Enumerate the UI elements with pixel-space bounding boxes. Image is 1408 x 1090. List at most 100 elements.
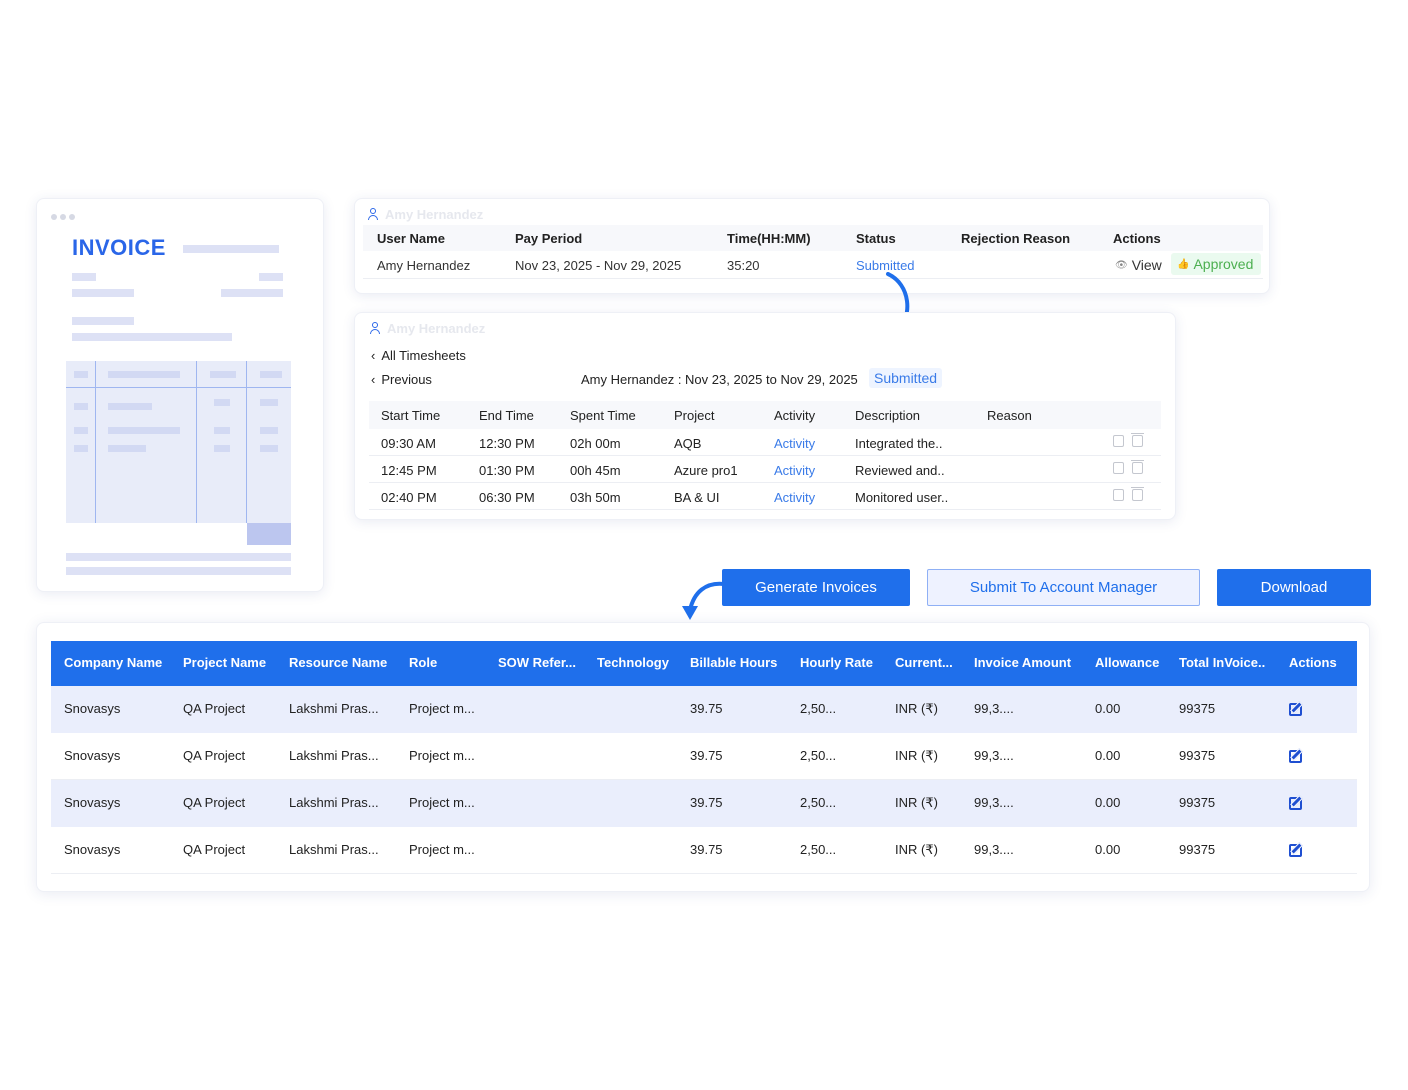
status-badge: Submitted xyxy=(869,368,943,388)
currency-cell: INR (₹) xyxy=(895,795,938,810)
start-time-cell: 09:30 AM xyxy=(381,436,436,451)
edit-icon[interactable] xyxy=(1113,435,1124,447)
eye-icon: 👁 xyxy=(1115,259,1128,271)
description-cell: Reviewed and.. xyxy=(855,463,945,478)
generate-invoices-button[interactable]: Generate Invoices xyxy=(722,569,910,606)
project-cell: QA Project xyxy=(183,701,246,716)
edit-icon[interactable] xyxy=(1113,462,1124,474)
column-header: Spent Time xyxy=(570,408,636,423)
column-header: Status xyxy=(856,231,896,246)
column-header: Activity xyxy=(774,408,816,423)
invoice-preview-card: INVOICE xyxy=(36,198,324,592)
column-header: Reason xyxy=(987,408,1032,423)
all-timesheets-link[interactable]: ‹ All Timesheets xyxy=(371,348,466,363)
resource-cell: Lakshmi Pras... xyxy=(289,748,379,763)
view-label: View xyxy=(1131,257,1162,273)
invoice-preview-table xyxy=(66,361,291,523)
activity-link[interactable]: Activity xyxy=(774,463,815,478)
placeholder-bar xyxy=(183,245,279,253)
allowance-cell: 0.00 xyxy=(1095,795,1121,810)
billable-hours-cell: 39.75 xyxy=(690,748,723,763)
edit-icon[interactable] xyxy=(1289,703,1302,716)
row-actions xyxy=(1113,487,1144,501)
table-row: Snovasys QA Project Lakshmi Pras... Proj… xyxy=(51,827,1357,874)
company-cell: Snovasys xyxy=(64,842,121,857)
user-name-heading: Amy Hernandez xyxy=(385,207,484,222)
table-row: 02:40 PM 06:30 PM 03h 50m BA & UI Activi… xyxy=(369,483,1161,510)
thumbs-up-icon: 👍 xyxy=(1177,258,1190,270)
currency-cell: INR (₹) xyxy=(895,701,938,716)
project-cell: QA Project xyxy=(183,842,246,857)
invoice-amount-cell: 99,3.... xyxy=(974,842,1014,857)
column-header: Actions xyxy=(1289,655,1337,670)
invoice-amount-cell: 99,3.... xyxy=(974,795,1014,810)
resource-cell: Lakshmi Pras... xyxy=(289,795,379,810)
previous-label: Previous xyxy=(381,372,432,387)
trash-icon[interactable] xyxy=(1131,487,1144,501)
timesheet-table-header: Start Time End Time Spent Time Project A… xyxy=(369,401,1161,429)
project-cell: AQB xyxy=(674,436,702,451)
activity-link[interactable]: Activity xyxy=(774,490,815,505)
column-header: Project xyxy=(674,408,715,423)
trash-icon[interactable] xyxy=(1131,460,1144,474)
user-header: Amy Hernandez xyxy=(367,207,483,222)
invoice-table-card: Company Name Project Name Resource Name … xyxy=(36,622,1370,892)
placeholder-bar xyxy=(66,553,291,561)
column-header: Pay Period xyxy=(515,231,583,246)
window-dots xyxy=(51,214,75,220)
placeholder-bar xyxy=(72,317,134,325)
column-header: Actions xyxy=(1113,231,1161,246)
curved-arrow-icon xyxy=(682,581,726,620)
currency-cell: INR (₹) xyxy=(895,748,938,763)
user-header: Amy Hernandez xyxy=(369,321,485,336)
edit-icon[interactable] xyxy=(1289,844,1302,857)
submit-to-account-manager-button[interactable]: Submit To Account Manager xyxy=(927,569,1200,606)
placeholder-bar xyxy=(72,273,96,281)
start-time-cell: 02:40 PM xyxy=(381,490,437,505)
invoice-amount-cell: 99,3.... xyxy=(974,701,1014,716)
timesheet-panel: Amy Hernandez ‹ All Timesheets ‹ Previou… xyxy=(354,312,1176,520)
company-cell: Snovasys xyxy=(64,701,121,716)
pay-period-cell: Nov 23, 2025 - Nov 29, 2025 xyxy=(515,258,682,273)
previous-link[interactable]: ‹ Previous xyxy=(371,372,432,387)
project-cell: Azure pro1 xyxy=(674,463,738,478)
column-header: SOW Refer... xyxy=(498,655,577,670)
status-cell: Submitted xyxy=(856,258,915,273)
column-header: End Time xyxy=(479,408,534,423)
column-header: User Name xyxy=(377,231,445,246)
edit-icon[interactable] xyxy=(1289,797,1302,810)
billable-hours-cell: 39.75 xyxy=(690,842,723,857)
role-cell: Project m... xyxy=(409,795,475,810)
column-header: Rejection Reason xyxy=(961,231,1071,246)
total-invoice-cell: 99375 xyxy=(1179,842,1216,857)
total-invoice-cell: 99375 xyxy=(1179,795,1216,810)
column-header: Time(HH:MM) xyxy=(727,231,811,246)
chevron-left-icon: ‹ xyxy=(371,348,376,363)
end-time-cell: 12:30 PM xyxy=(479,436,535,451)
column-header: Billable Hours xyxy=(690,655,778,670)
company-cell: Snovasys xyxy=(64,748,121,763)
invoice-table-header: Company Name Project Name Resource Name … xyxy=(51,641,1357,686)
row-actions xyxy=(1113,433,1144,447)
column-header: Company Name xyxy=(64,655,163,670)
resource-cell: Lakshmi Pras... xyxy=(289,842,379,857)
allowance-cell: 0.00 xyxy=(1095,842,1121,857)
column-header: Start Time xyxy=(381,408,441,423)
placeholder-bar xyxy=(66,567,291,575)
edit-icon[interactable] xyxy=(1113,489,1124,501)
edit-icon[interactable] xyxy=(1289,750,1302,763)
user-name-heading: Amy Hernandez xyxy=(387,321,486,336)
time-cell: 35:20 xyxy=(727,258,760,273)
hourly-rate-cell: 2,50... xyxy=(800,701,837,716)
activity-link[interactable]: Activity xyxy=(774,436,815,451)
spent-time-cell: 00h 45m xyxy=(570,463,621,478)
allowance-cell: 0.00 xyxy=(1095,748,1121,763)
currency-cell: INR (₹) xyxy=(895,842,938,857)
view-button[interactable]: 👁 View xyxy=(1115,257,1162,273)
start-time-cell: 12:45 PM xyxy=(381,463,437,478)
approved-button[interactable]: 👍 Approved xyxy=(1171,253,1262,275)
download-button[interactable]: Download xyxy=(1217,569,1371,606)
timesheet-summary: Amy Hernandez : Nov 23, 2025 to Nov 29, … xyxy=(581,372,858,387)
trash-icon[interactable] xyxy=(1131,433,1144,447)
user-name-cell: Amy Hernandez xyxy=(377,258,471,273)
